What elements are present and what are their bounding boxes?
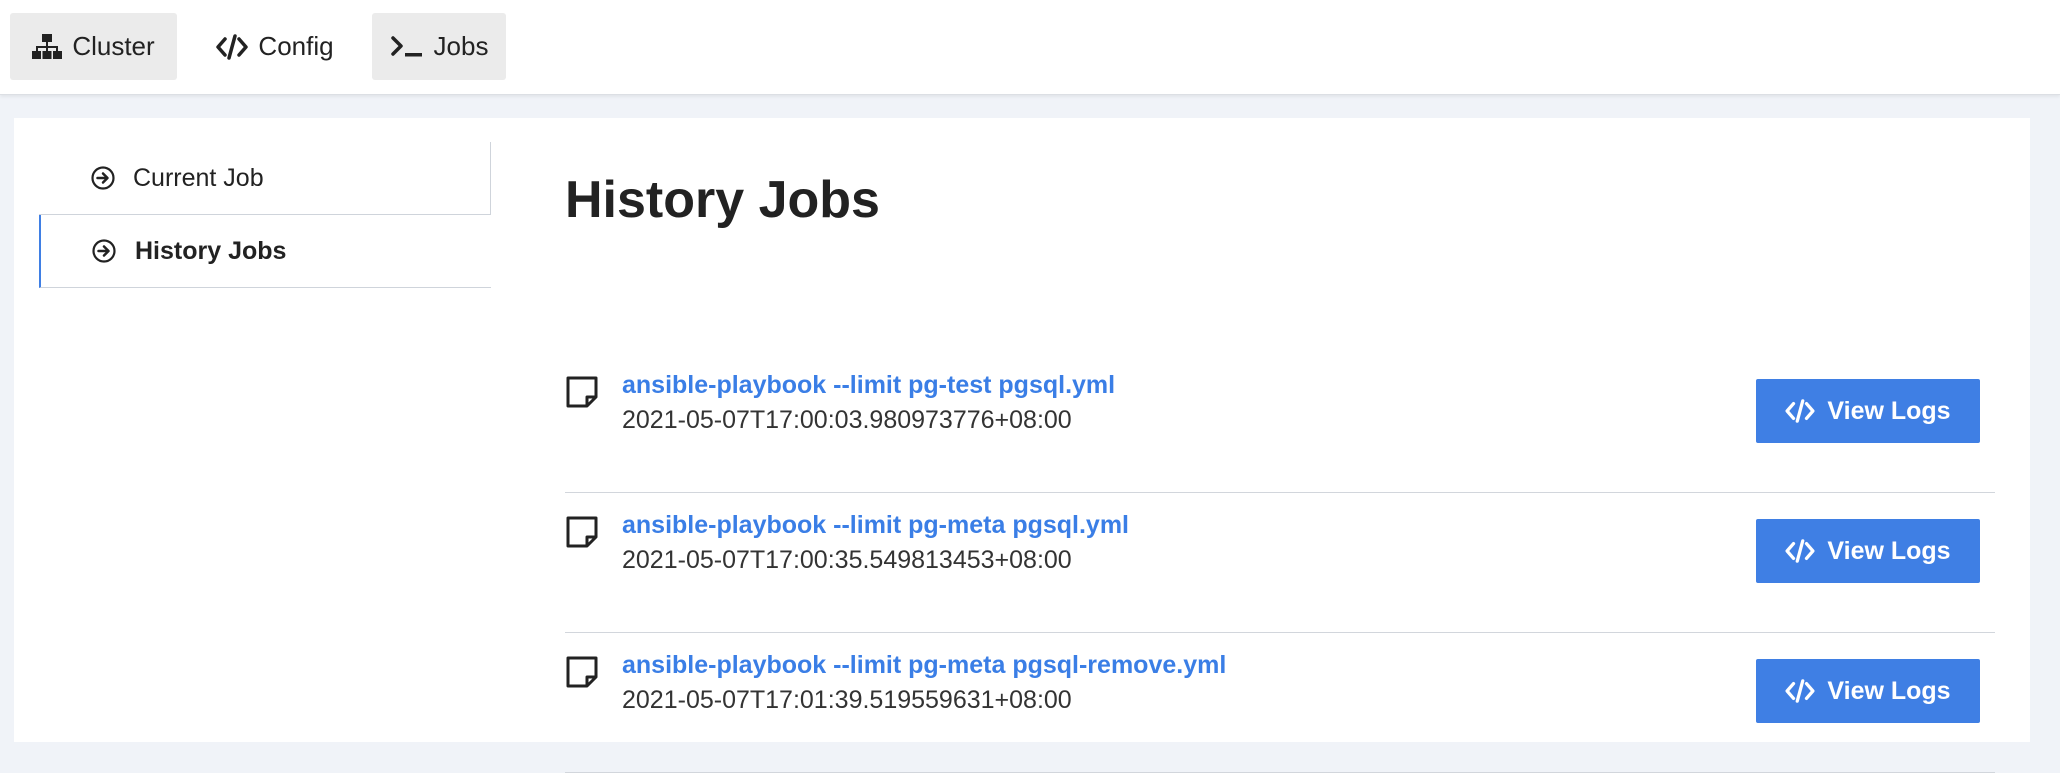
view-logs-button[interactable]: View Logs xyxy=(1756,519,1980,583)
job-timestamp: 2021-05-07T17:01:39.519559631+08:00 xyxy=(622,686,1072,714)
sidebar: Current Job History Jobs xyxy=(39,142,491,288)
code-icon xyxy=(216,33,249,60)
view-logs-label: View Logs xyxy=(1827,396,1951,425)
sticky-note-icon xyxy=(566,656,598,688)
nav-jobs-label: Jobs xyxy=(433,31,489,61)
arrow-circle-right-icon xyxy=(91,166,115,190)
job-timestamp: 2021-05-07T17:00:03.980973776+08:00 xyxy=(622,406,1072,434)
nav-config-label: Config xyxy=(258,31,334,61)
sidebar-item-label: Current Job xyxy=(133,163,264,192)
code-icon xyxy=(1785,539,1815,563)
top-navigation-bar: Cluster Config Jobs xyxy=(0,0,2060,95)
job-list-item: ansible-playbook --limit pg-test pgsql.y… xyxy=(565,353,1995,493)
view-logs-button[interactable]: View Logs xyxy=(1756,659,1980,723)
job-list-item: ansible-playbook --limit pg-meta pgsql.y… xyxy=(565,493,1995,633)
job-command-link[interactable]: ansible-playbook --limit pg-test pgsql.y… xyxy=(622,371,1115,400)
sidebar-item-current-job[interactable]: Current Job xyxy=(39,142,491,215)
job-command-link[interactable]: ansible-playbook --limit pg-meta pgsql-r… xyxy=(622,651,1226,680)
nav-cluster[interactable]: Cluster xyxy=(10,13,177,80)
job-command-link[interactable]: ansible-playbook --limit pg-meta pgsql.y… xyxy=(622,511,1129,540)
nav-cluster-label: Cluster xyxy=(72,31,155,61)
sidebar-item-history-jobs[interactable]: History Jobs xyxy=(39,215,491,288)
content-panel: Current Job History Jobs History Jobs an… xyxy=(14,118,2030,773)
nav-jobs[interactable]: Jobs xyxy=(372,13,506,80)
view-logs-label: View Logs xyxy=(1827,536,1951,565)
sticky-note-icon xyxy=(566,516,598,548)
code-icon xyxy=(1785,399,1815,423)
arrow-circle-right-icon xyxy=(92,239,116,263)
job-timestamp: 2021-05-07T17:00:35.549813453+08:00 xyxy=(622,546,1072,574)
view-logs-label: View Logs xyxy=(1827,676,1951,705)
page-title: History Jobs xyxy=(565,171,880,229)
code-icon xyxy=(1785,679,1815,703)
nav-config[interactable]: Config xyxy=(200,13,350,80)
sticky-note-icon xyxy=(566,376,598,408)
terminal-icon xyxy=(390,35,422,56)
sitemap-icon xyxy=(32,33,63,59)
view-logs-button[interactable]: View Logs xyxy=(1756,379,1980,443)
job-list-item: ansible-playbook --limit pg-meta pgsql-r… xyxy=(565,633,1995,773)
sidebar-item-label: History Jobs xyxy=(135,236,287,265)
